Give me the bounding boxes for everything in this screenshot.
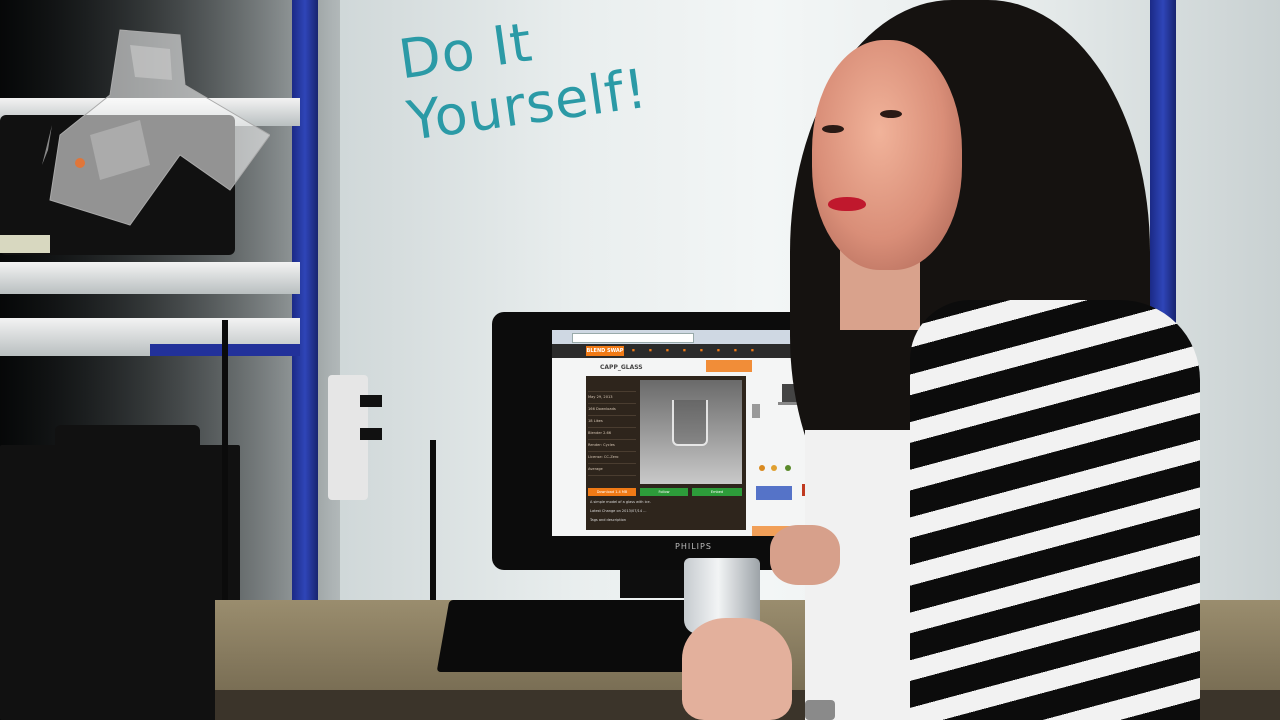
nav-icon: ■ [683, 348, 686, 352]
download-count: 166 Downloads [588, 404, 636, 416]
asset-description: A simple model of a glass with ice. Late… [590, 500, 740, 527]
woman-eye-right [880, 110, 902, 118]
embed-button: Embed [692, 488, 742, 496]
striped-jacket [910, 300, 1200, 720]
chair-thumbnail [752, 404, 760, 418]
rating: Average [588, 464, 636, 476]
license: License: CC-Zero [588, 452, 636, 464]
cable [222, 320, 228, 620]
address-bar [572, 333, 694, 343]
follow-button: Follow [640, 488, 688, 496]
nav-icon: ■ [666, 348, 669, 352]
nav-icon: ■ [751, 348, 754, 352]
power-plug [360, 395, 382, 407]
search-dropdown [706, 360, 752, 372]
woman-lips [828, 197, 866, 211]
shelf-board-middle [0, 262, 300, 294]
nav-icon: ■ [700, 348, 703, 352]
wristwatch [805, 700, 835, 720]
location-marker-icon [75, 158, 85, 168]
woman-face [812, 40, 962, 270]
asset-sidebar: May 29, 2013 166 Downloads 18 Likes Blen… [588, 380, 636, 484]
description-text: A simple model of a glass with ice. [590, 500, 651, 504]
woman-hand-cup [682, 618, 792, 720]
nav-icon: ■ [632, 348, 635, 352]
tags-label: Tags and description [590, 518, 627, 522]
cable [430, 440, 436, 600]
nav-icon: ■ [649, 348, 652, 352]
blocks-thumbnail [756, 486, 792, 500]
upload-date: May 29, 2013 [588, 392, 636, 404]
nav-icon: ■ [717, 348, 720, 352]
compass-icon [42, 125, 52, 165]
power-plug [360, 428, 382, 440]
blender-version: Blender 2.66 [588, 428, 636, 440]
woman-eye-left [822, 125, 844, 133]
glass-render [672, 400, 708, 446]
monitor-brand: PHILIPS [675, 542, 712, 551]
floor-plan-overlay [42, 29, 270, 226]
woman-hand-mouse [770, 525, 840, 585]
shelf-post-left [292, 0, 318, 600]
site-logo: BLEND SWAP [586, 346, 624, 356]
download-button: Download 1.4 MB [588, 488, 636, 496]
nav-icon: ■ [734, 348, 737, 352]
photo-scene: Do It Yourself! PHILIPS BLEND SWAP ■ ■ ■ ■ ■… [0, 0, 1280, 720]
render-engine: Render: Cycles [588, 440, 636, 452]
computer-tower [0, 445, 240, 720]
author-name [588, 380, 636, 392]
asset-title: CAPP_GLASS [600, 364, 643, 371]
fruit-thumbnail [759, 465, 765, 471]
edit-info: Latest Change on 2013/07/14 ... [590, 509, 647, 513]
like-count: 18 Likes [588, 416, 636, 428]
